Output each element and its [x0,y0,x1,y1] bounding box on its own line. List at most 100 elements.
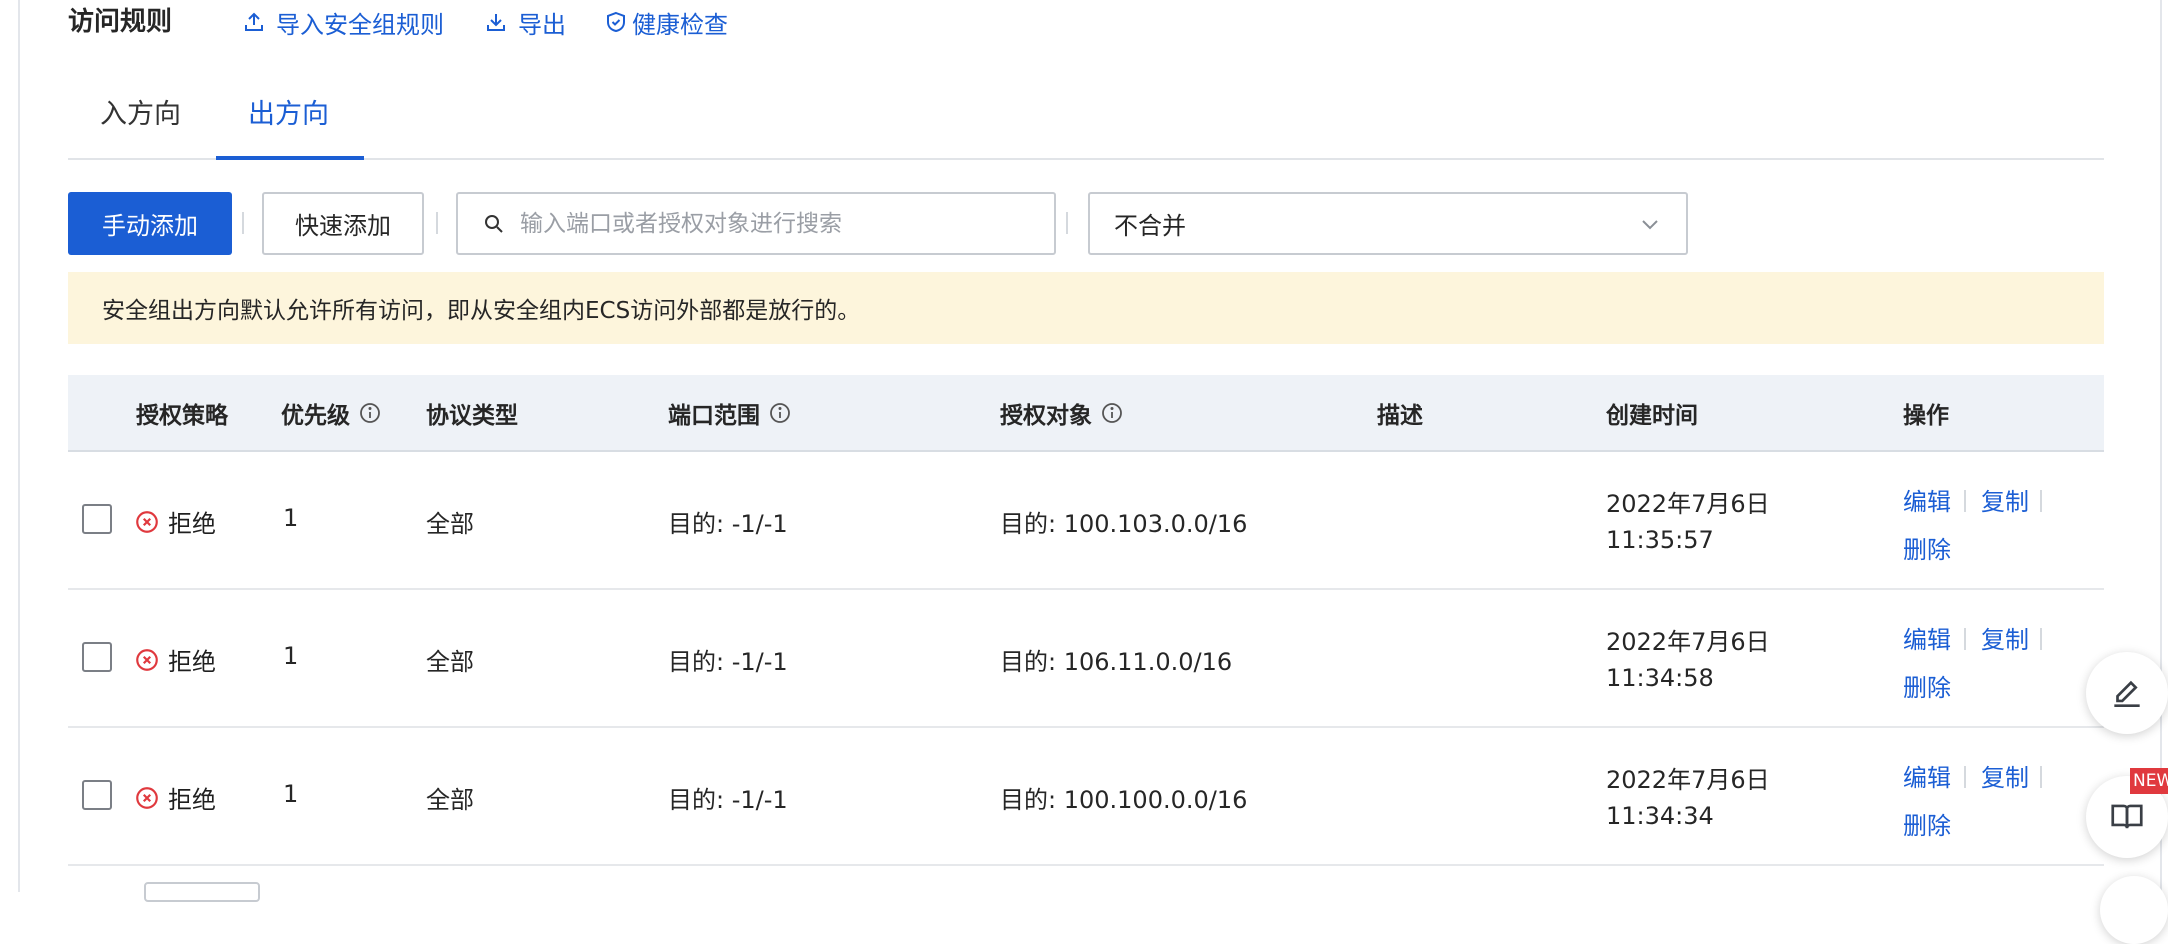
col-created-time-label: 创建时间 [1606,402,1698,429]
active-tab-indicator [216,156,364,160]
col-target-label: 授权对象 [1000,402,1092,429]
col-policy-label: 授权策略 [136,402,228,429]
info-icon[interactable] [768,401,792,425]
chevron-down-icon [1642,219,1658,229]
col-created-time: 创建时间 [1606,375,1698,450]
export-link[interactable]: 导出 [484,2,566,42]
toolbar-separator [1066,212,1068,234]
page-title: 访问规则 [68,7,173,37]
delete-link[interactable]: 删除 [1903,806,1951,841]
policy-cell: 拒绝 [134,780,216,815]
created-date: 2022年7月6日 [1606,628,1770,656]
manual-add-button[interactable]: 手动添加 [68,192,232,255]
action-separator [2040,766,2042,788]
quick-add-button[interactable]: 快速添加 [262,192,424,255]
created-clock: 11:34:34 [1606,802,1714,830]
new-badge: NEW [2130,768,2168,794]
col-protocol: 协议类型 [426,375,518,450]
created-time-cell: 2022年7月6日 11:34:34 [1606,762,1770,834]
outbound-notice: 安全组出方向默认允许所有访问，即从安全组内ECS访问外部都是放行的。 [68,272,2104,344]
info-icon[interactable] [358,401,382,425]
target-cell: 目的: 100.103.0.0/16 [1000,510,1248,538]
policy-label: 拒绝 [168,648,216,676]
health-check-link[interactable]: 健康检查 [604,2,728,42]
col-protocol-label: 协议类型 [426,402,518,429]
edit-icon [2114,680,2140,708]
protocol-cell: 全部 [426,510,474,538]
page-size-select[interactable] [144,882,260,902]
merge-select[interactable]: 不合并 [1088,192,1688,255]
floating-button[interactable] [2100,876,2168,944]
col-priority-label: 优先级 [281,402,350,429]
action-separator [2040,490,2042,512]
search-field[interactable] [456,192,1056,255]
import-rules-link[interactable]: 导入安全组规则 [242,2,444,42]
priority-cell: 1 [283,504,299,532]
policy-label: 拒绝 [168,786,216,814]
deny-icon [136,648,158,671]
created-date: 2022年7月6日 [1606,490,1770,518]
export-label: 导出 [518,10,566,39]
toolbar-separator [436,212,438,234]
row-checkbox[interactable] [82,504,112,534]
table-row: 拒绝 1 全部 目的: -1/-1 目的: 100.100.0.0/16 202… [68,728,2104,866]
search-icon [485,214,503,233]
book-icon [2111,804,2143,829]
copy-link[interactable]: 复制 [1981,620,2029,655]
edit-link[interactable]: 编辑 [1903,620,1951,655]
table-row: 拒绝 1 全部 目的: -1/-1 目的: 100.103.0.0/16 202… [68,452,2104,590]
action-separator [1964,766,1966,788]
left-border [18,0,20,892]
port-range-cell: 目的: -1/-1 [668,786,788,814]
col-policy: 授权策略 [136,375,228,450]
table-header: 授权策略 优先级 协议类型 端口范围 授权对象 描述 创建时间 操作 [68,375,2104,452]
info-icon[interactable] [1100,401,1124,425]
target-cell: 目的: 106.11.0.0/16 [1000,648,1233,676]
deny-icon [136,510,158,533]
col-priority: 优先级 [281,375,382,450]
priority-cell: 1 [283,642,299,670]
col-description-label: 描述 [1377,402,1423,429]
tab-outbound[interactable]: 出方向 [248,90,329,140]
delete-link[interactable]: 删除 [1903,668,1951,703]
port-range-cell: 目的: -1/-1 [668,510,788,538]
col-description: 描述 [1377,375,1423,450]
health-check-label: 健康检查 [632,10,728,39]
policy-cell: 拒绝 [134,504,216,539]
copy-link[interactable]: 复制 [1981,758,2029,793]
table-row: 拒绝 1 全部 目的: -1/-1 目的: 106.11.0.0/16 2022… [68,590,2104,728]
search-input[interactable] [518,209,1042,238]
toolbar-separator [242,212,244,234]
created-date: 2022年7月6日 [1606,766,1770,794]
upload-icon [245,12,263,31]
tab-divider [68,158,2104,160]
created-time-cell: 2022年7月6日 11:35:57 [1606,486,1770,558]
row-checkbox[interactable] [82,642,112,672]
created-clock: 11:35:57 [1606,526,1714,554]
target-cell: 目的: 100.100.0.0/16 [1000,786,1248,814]
protocol-cell: 全部 [426,786,474,814]
tab-inbound[interactable]: 入方向 [100,90,181,140]
import-rules-label: 导入安全组规则 [276,10,444,39]
download-icon [487,14,505,31]
created-time-cell: 2022年7月6日 11:34:58 [1606,624,1770,696]
feedback-button[interactable] [2086,652,2168,734]
col-actions: 操作 [1903,375,1949,450]
priority-cell: 1 [283,780,299,808]
shield-check-icon [607,11,625,33]
action-separator [1964,490,1966,512]
action-separator [2040,628,2042,650]
col-actions-label: 操作 [1903,402,1949,429]
copy-link[interactable]: 复制 [1981,482,2029,517]
row-checkbox[interactable] [82,780,112,810]
deny-icon [136,786,158,809]
right-border [2160,0,2162,892]
created-clock: 11:34:58 [1606,664,1714,692]
edit-link[interactable]: 编辑 [1903,758,1951,793]
delete-link[interactable]: 删除 [1903,530,1951,565]
protocol-cell: 全部 [426,648,474,676]
edit-link[interactable]: 编辑 [1903,482,1951,517]
policy-cell: 拒绝 [134,642,216,677]
merge-select-value: 不合并 [1114,212,1186,240]
action-separator [1964,628,1966,650]
